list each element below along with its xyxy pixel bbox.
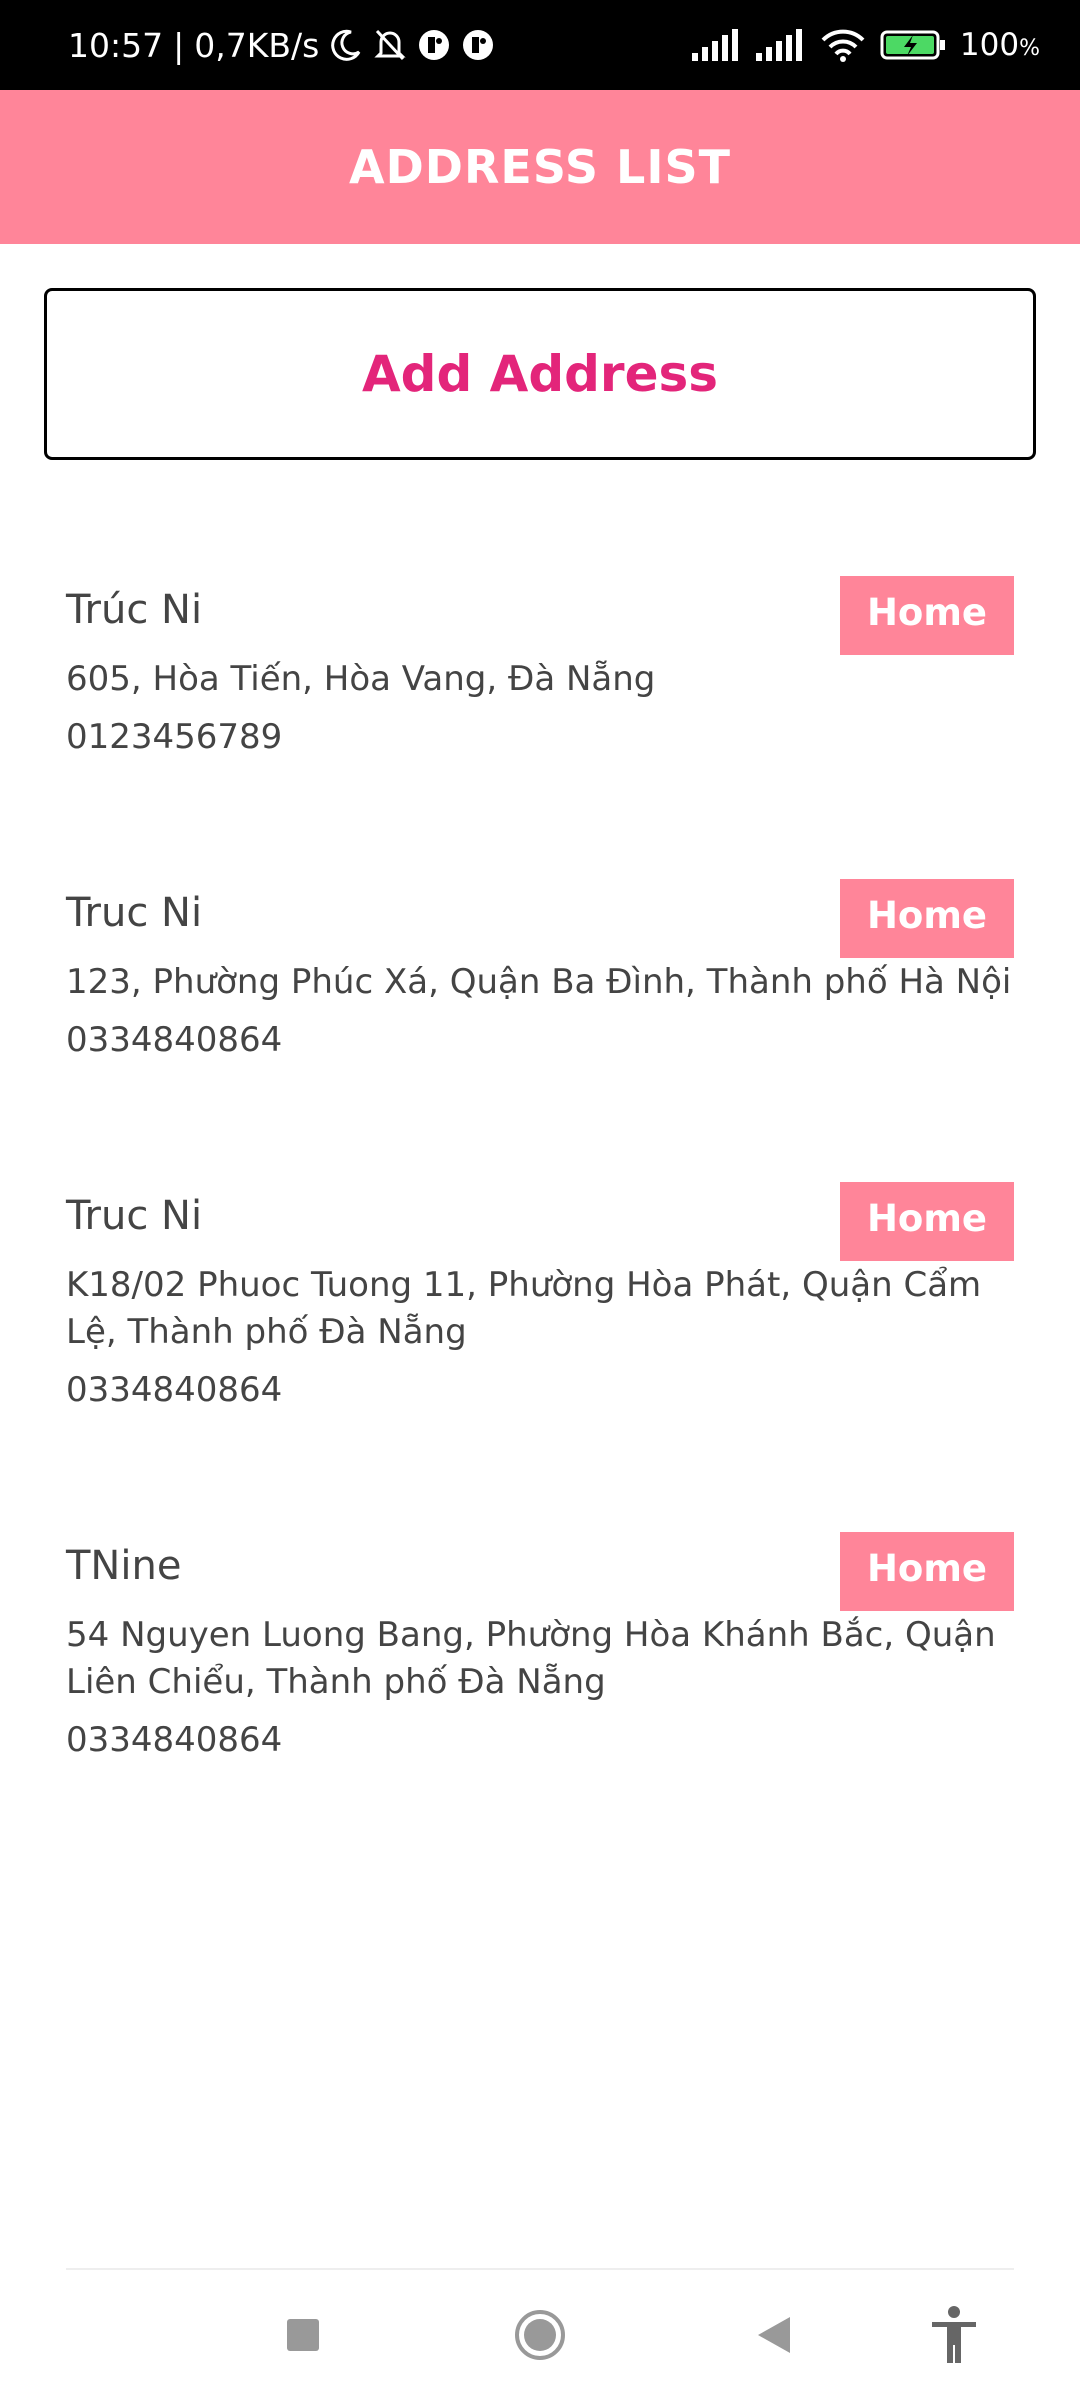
app-notification-icon (461, 28, 495, 62)
address-tag-badge: Home (840, 879, 1014, 958)
address-card[interactable]: Truc Ni Home 123, Phường Phúc Xá, Quận B… (66, 879, 1014, 1182)
battery-percent-unit: % (1019, 36, 1040, 61)
address-text: 54 Nguyen Luong Bang, Phường Hòa Khánh B… (66, 1615, 996, 1702)
address-phone: 0334840864 (66, 1720, 283, 1760)
battery-percent: 100% (960, 27, 1040, 63)
address-tag-badge: Home (840, 576, 1014, 655)
signal-icon (691, 29, 742, 61)
triangle-back-icon (754, 2314, 794, 2360)
address-tag-badge: Home (840, 1182, 1014, 1261)
address-phone: 0123456789 (66, 717, 283, 757)
address-text: 605, Hòa Tiến, Hòa Vang, Đà Nẵng (66, 659, 656, 699)
address-tag-badge: Home (840, 1532, 1014, 1611)
network-speed: 0,7KB/s (194, 25, 320, 65)
accessibility-icon (928, 2305, 980, 2369)
bell-off-icon (373, 27, 407, 63)
add-address-label: Add Address (361, 345, 719, 403)
nav-divider (66, 2268, 1014, 2270)
wifi-icon (820, 28, 866, 62)
add-address-button[interactable]: Add Address (44, 288, 1036, 460)
app-notification-icon (417, 28, 451, 62)
page-title: ADDRESS LIST (349, 140, 731, 194)
status-left: 10:57 | 0,7KB/s (68, 0, 495, 90)
address-phone: 0334840864 (66, 1370, 283, 1410)
status-right: 100% (691, 0, 1040, 90)
system-nav-bar (0, 2272, 1080, 2400)
status-time: 10:57 (68, 25, 164, 65)
address-phone: 0334840864 (66, 1020, 283, 1060)
address-card[interactable]: Truc Ni Home K18/02 Phuoc Tuong 11, Phườ… (66, 1182, 1014, 1532)
status-separator: | (173, 25, 185, 65)
app-header: ADDRESS LIST (0, 90, 1080, 244)
moon-icon (329, 28, 363, 62)
accessibility-button[interactable] (919, 2302, 989, 2372)
address-list: Trúc Ni Home 605, Hòa Tiến, Hòa Vang, Đà… (66, 576, 1014, 1832)
address-card[interactable]: TNine Home 54 Nguyen Luong Bang, Phường … (66, 1532, 1014, 1832)
circle-home-icon (514, 2309, 566, 2365)
back-button[interactable] (739, 2302, 809, 2372)
address-text: 123, Phường Phúc Xá, Quận Ba Đình, Thành… (66, 962, 1012, 1002)
square-recents-icon (285, 2317, 321, 2357)
signal-icon (755, 29, 806, 61)
recents-button[interactable] (268, 2302, 338, 2372)
battery-charging-icon (880, 29, 946, 61)
battery-level: 100 (959, 27, 1020, 63)
home-button[interactable] (505, 2302, 575, 2372)
status-bar: 10:57 | 0,7KB/s 100% (0, 0, 1080, 90)
address-card[interactable]: Trúc Ni Home 605, Hòa Tiến, Hòa Vang, Đà… (66, 576, 1014, 879)
address-text: K18/02 Phuoc Tuong 11, Phường Hòa Phát, … (66, 1265, 982, 1352)
